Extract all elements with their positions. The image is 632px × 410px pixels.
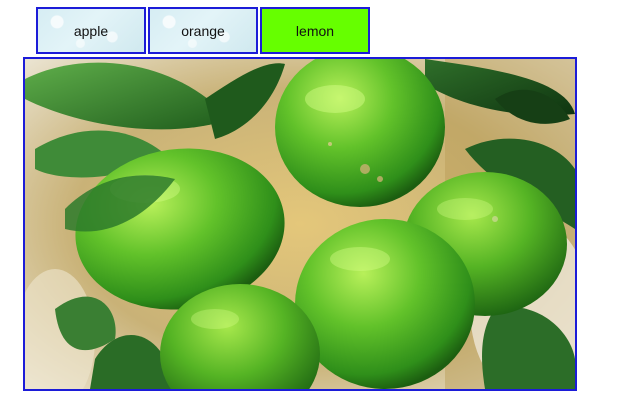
tab-lemon[interactable]: lemon <box>260 7 370 54</box>
tab-orange[interactable]: orange <box>148 7 258 54</box>
tab-apple-label: apple <box>73 22 109 39</box>
tab-orange-label: orange <box>181 22 225 39</box>
lime-cluster-photo <box>25 59 575 389</box>
tab-content-panel <box>23 57 577 391</box>
tab-lemon-label: lemon <box>295 22 335 39</box>
fruit-tabs: apple orange lemon <box>36 7 370 54</box>
fruit-tab-widget: apple orange lemon <box>0 0 632 410</box>
tab-apple[interactable]: apple <box>36 7 146 54</box>
